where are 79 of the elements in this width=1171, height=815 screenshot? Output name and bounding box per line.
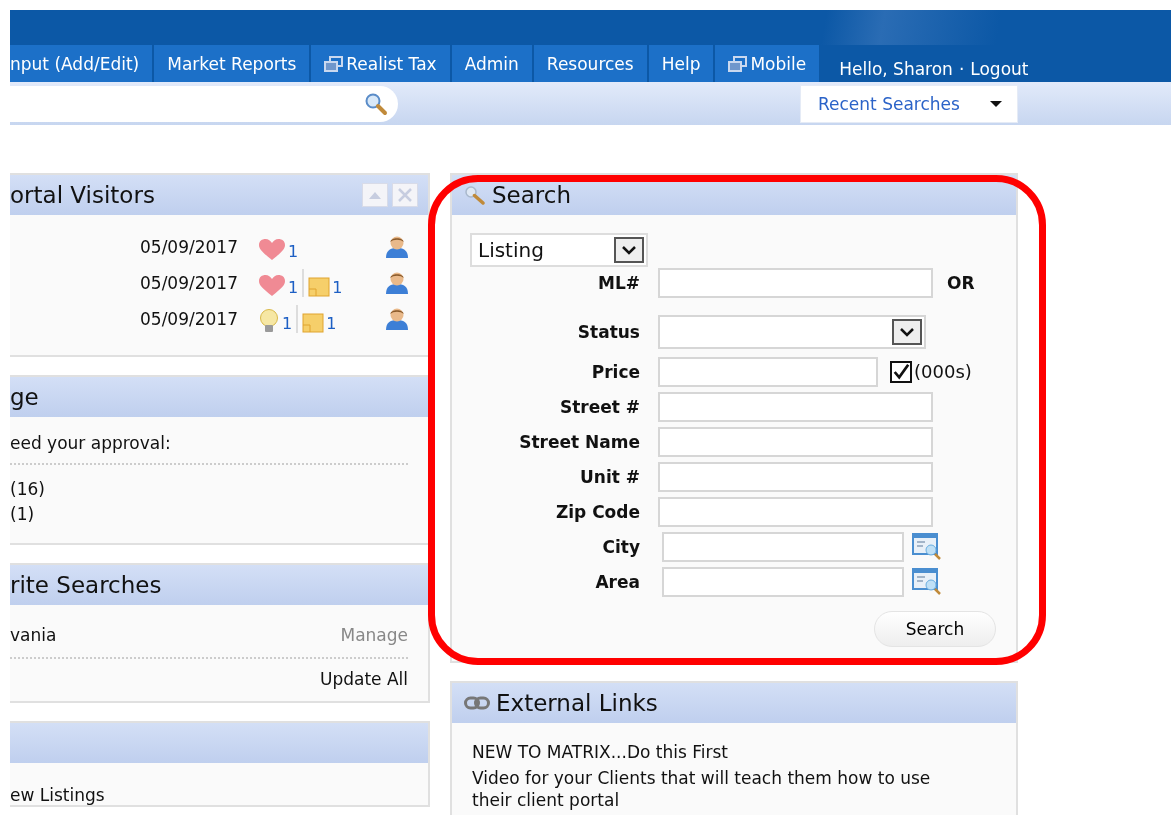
manage-link[interactable]: Manage — [340, 625, 408, 645]
saved-search-link[interactable]: vania — [10, 625, 57, 645]
input-field[interactable] — [658, 461, 933, 492]
activity-count[interactable]: 1 — [280, 314, 293, 333]
lookup-icon[interactable] — [912, 567, 942, 596]
visit-date: 05/09/2017 — [140, 309, 238, 329]
field-label: Street Name — [518, 431, 640, 452]
nav-tab[interactable]: Mobile — [715, 45, 822, 82]
field-label: Price — [590, 361, 640, 382]
field-label: Zip Code — [554, 501, 640, 522]
field-label: Street # — [558, 396, 640, 417]
nav-tab[interactable]: Realist Tax — [311, 45, 452, 82]
checkbox-label: (000s) — [914, 361, 972, 382]
field-label: ML# — [597, 272, 640, 293]
field-label: City — [601, 536, 640, 557]
chevron-down-icon — [621, 245, 637, 255]
caret-icon — [989, 99, 1003, 108]
external-link[interactable]: Video for your Clients that will teach them how to use their client portal — [472, 767, 960, 811]
note-icon — [302, 313, 325, 333]
chevron-down-icon — [899, 327, 915, 337]
person-icon[interactable] — [384, 235, 410, 259]
activity-count[interactable]: 1 — [286, 278, 299, 297]
popup-window-icon — [324, 55, 345, 72]
visit-date: 05/09/2017 — [140, 273, 238, 293]
panel-title: External Links — [496, 690, 658, 716]
nav-tab[interactable]: Resources — [533, 45, 649, 82]
heart-icon — [258, 239, 286, 261]
input-field[interactable] — [658, 496, 933, 527]
panel-title: ge — [10, 384, 39, 410]
approval-count[interactable]: (16) — [10, 477, 408, 502]
person-icon[interactable] — [384, 307, 410, 331]
activity-count[interactable]: 1 — [286, 242, 299, 261]
chain-link-icon — [464, 696, 490, 710]
activity-count[interactable]: 1 — [330, 278, 343, 297]
magnifier-icon — [464, 185, 486, 205]
input-field[interactable] — [662, 531, 904, 562]
input-field[interactable] — [662, 566, 904, 597]
collapse-button[interactable] — [362, 183, 388, 207]
approval-count[interactable]: (1) — [10, 502, 408, 527]
activity-count[interactable]: 1 — [324, 314, 337, 333]
lightbulb-icon — [258, 309, 280, 333]
greeting: Hello, Sharon — [839, 59, 953, 79]
visit-date: 05/09/2017 — [140, 237, 238, 257]
logout-link[interactable]: Logout — [970, 59, 1029, 79]
separator-dot: · — [958, 59, 965, 79]
input-field[interactable] — [658, 426, 933, 457]
external-link[interactable]: NEW TO MATRIX...Do this First — [472, 741, 960, 763]
popup-window-icon — [728, 55, 749, 72]
input-field[interactable] — [658, 356, 878, 387]
quick-search-field[interactable] — [10, 85, 398, 122]
panel-title: ortal Visitors — [10, 182, 155, 208]
input-field[interactable] — [658, 391, 933, 422]
field-label: Area — [594, 571, 640, 592]
recent-searches-dropdown[interactable]: Recent Searches — [800, 84, 1018, 123]
nav-tab[interactable]: Help — [648, 45, 716, 82]
status-dropdown[interactable] — [658, 315, 926, 349]
triangle-up-icon — [368, 190, 382, 200]
lookup-icon[interactable] — [912, 532, 942, 561]
thousands-checkbox[interactable] — [890, 360, 912, 383]
field-label: Unit # — [578, 466, 640, 487]
search-icon — [364, 91, 388, 116]
or-label: OR — [947, 272, 975, 293]
nav-tab[interactable]: Market Reports — [154, 45, 312, 82]
approval-text: eed your approval: — [10, 433, 408, 465]
input-field[interactable] — [658, 267, 933, 298]
panel-title: rite Searches — [10, 572, 162, 598]
heart-icon — [258, 275, 286, 297]
close-icon — [397, 187, 413, 203]
person-icon[interactable] — [384, 271, 410, 295]
listings-link[interactable]: ew Listings — [10, 785, 105, 805]
update-all-link[interactable]: Update All — [319, 669, 408, 689]
nav-tab[interactable]: nput (Add/Edit) — [10, 45, 155, 82]
panel-title: Search — [492, 182, 572, 208]
search-button[interactable]: Search — [874, 611, 996, 647]
note-icon — [308, 277, 331, 297]
close-button[interactable] — [392, 183, 418, 207]
search-type-dropdown[interactable]: Listing — [470, 233, 648, 267]
nav-tab[interactable]: Admin — [451, 45, 534, 82]
field-label: Status — [576, 322, 640, 342]
